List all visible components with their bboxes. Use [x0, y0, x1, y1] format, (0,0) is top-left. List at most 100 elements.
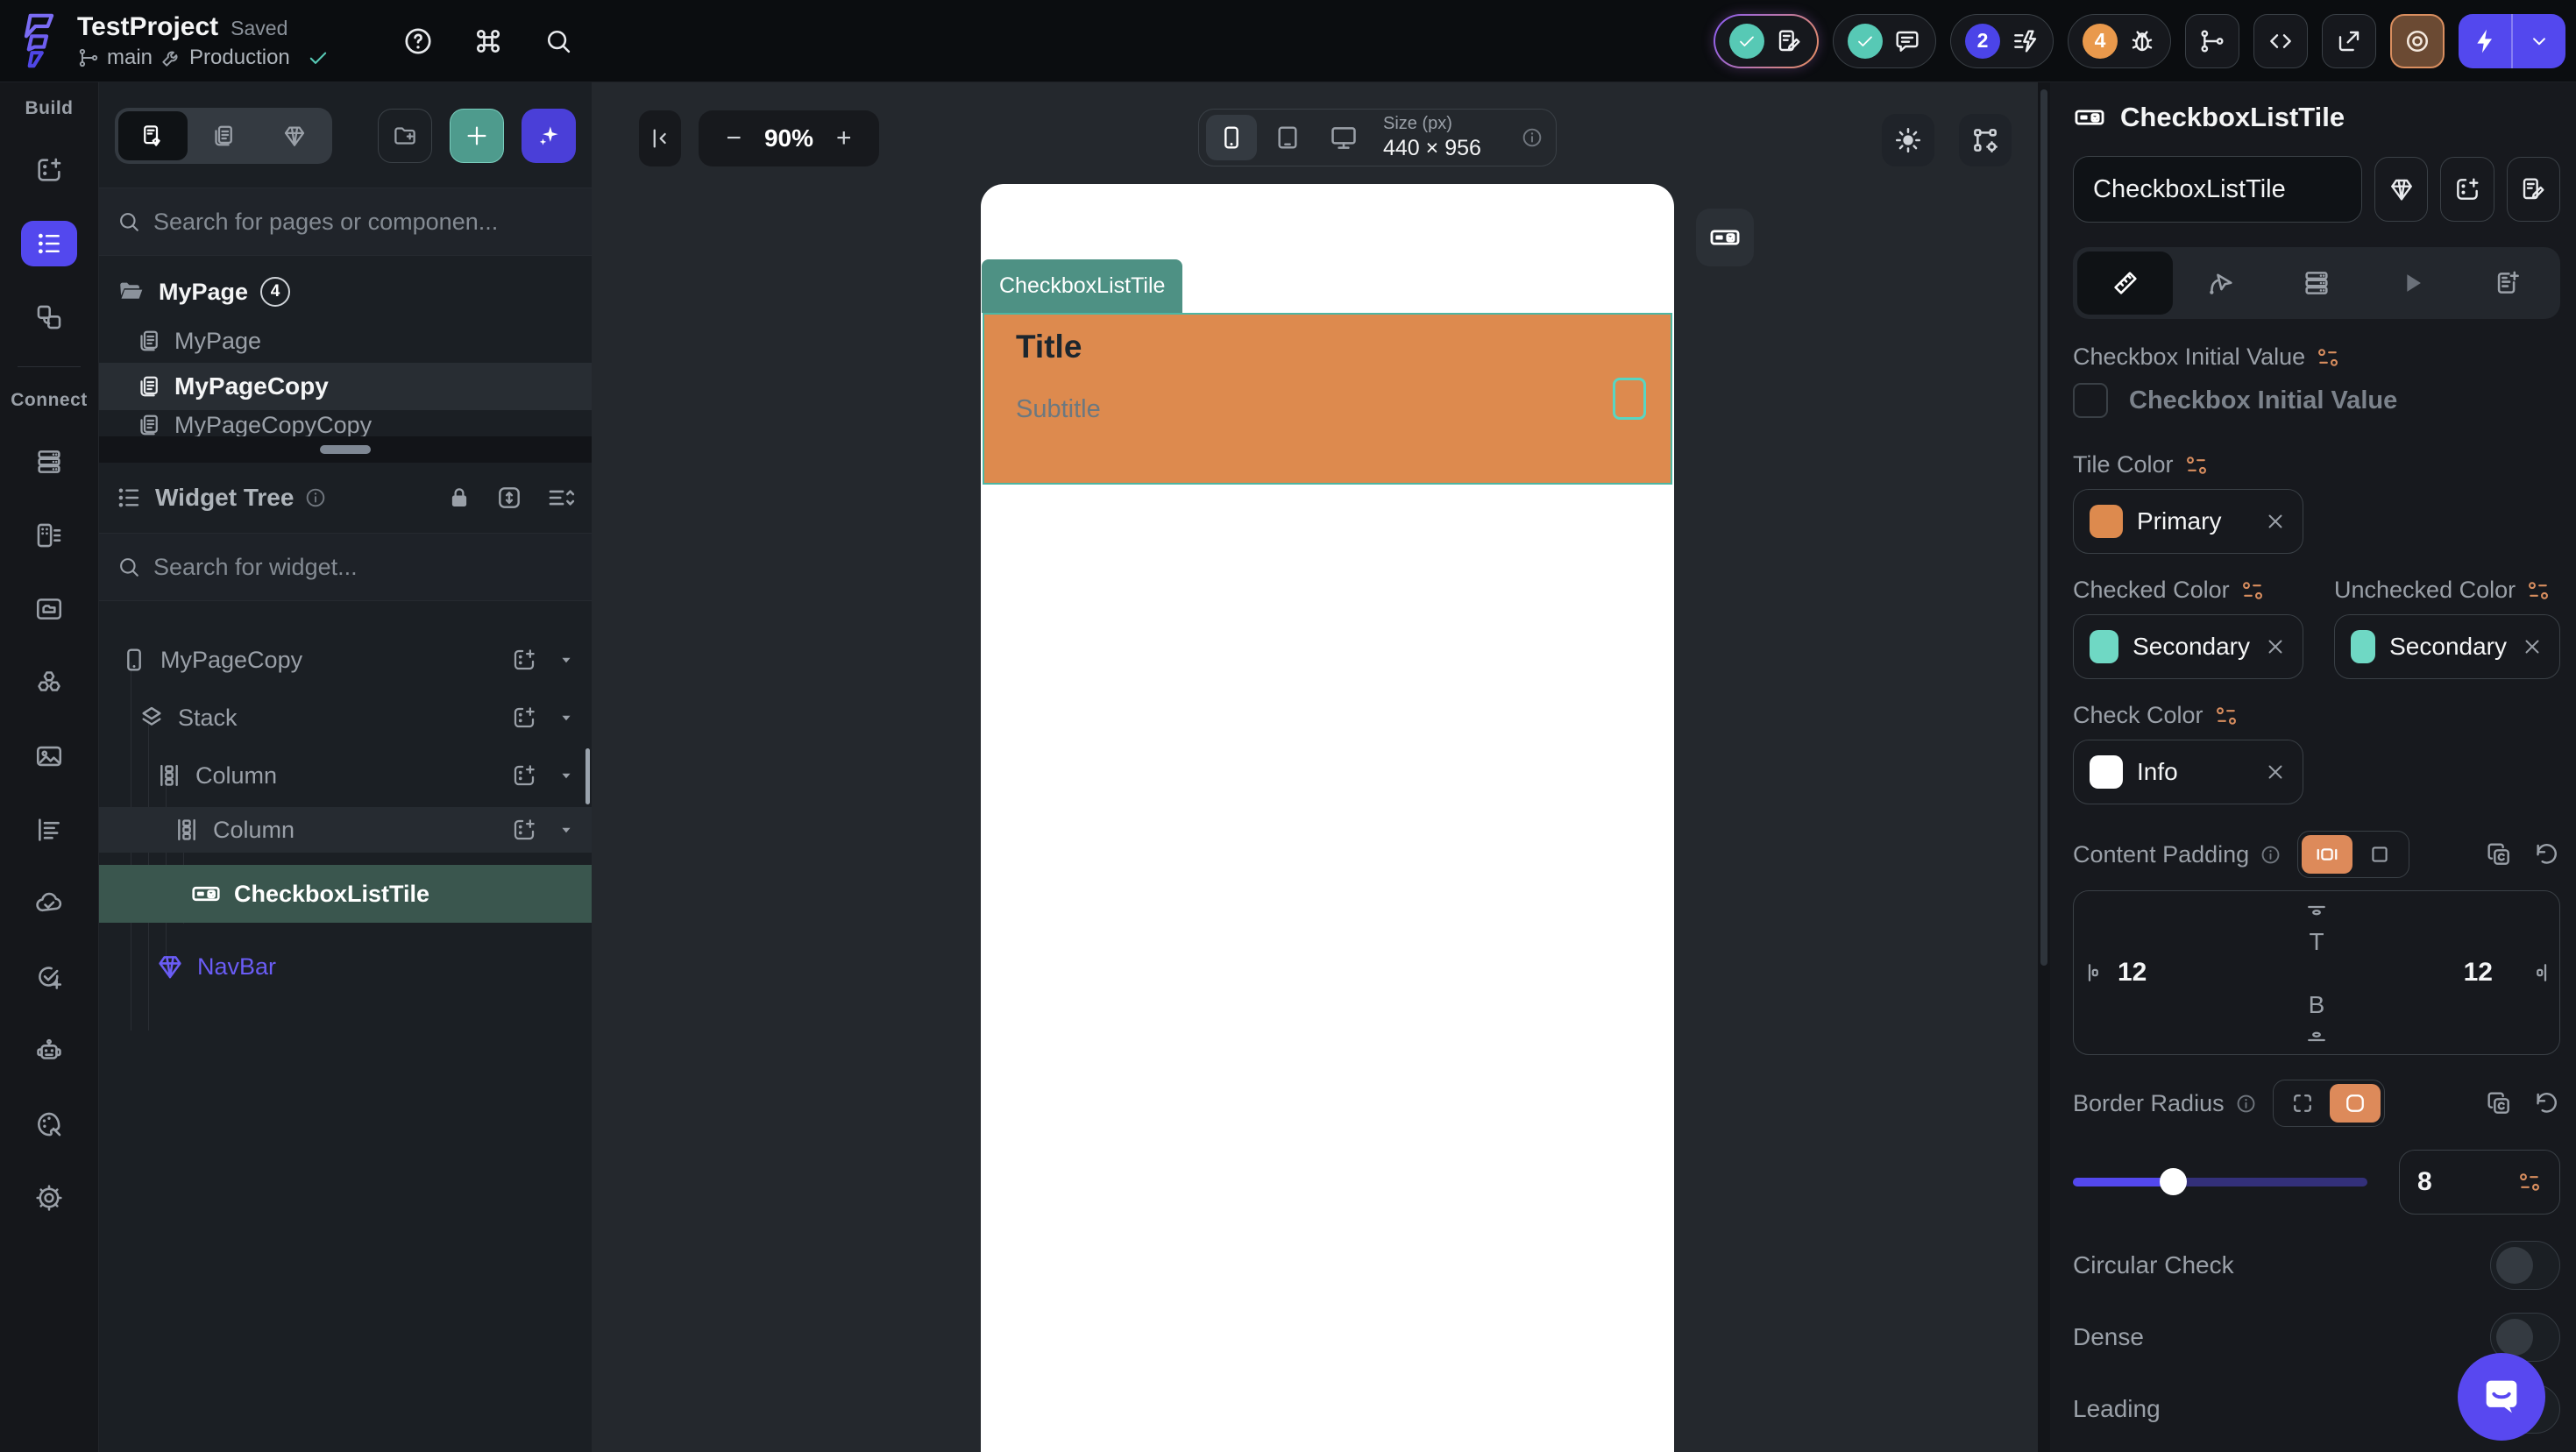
tab-actions[interactable] [2173, 251, 2268, 315]
padding-all-mode[interactable] [2354, 835, 2405, 874]
reset-icon[interactable] [2532, 840, 2560, 868]
padding-left-icon[interactable] [2081, 960, 2107, 986]
radius-all-mode[interactable] [2329, 1084, 2381, 1123]
rail-item-storage[interactable] [21, 586, 77, 632]
lock-icon[interactable] [446, 485, 472, 511]
tab-backend[interactable] [2268, 251, 2364, 315]
device-tablet-button[interactable] [1262, 115, 1313, 160]
folder-row[interactable]: MyPage 4 [99, 270, 592, 314]
rail-item-widget-tree[interactable] [21, 221, 77, 266]
view-code-button[interactable] [2253, 13, 2308, 68]
tab-animations[interactable] [2365, 251, 2460, 315]
rail-item-components[interactable] [21, 294, 77, 340]
radius-corners-mode[interactable] [2277, 1084, 2328, 1123]
ai-generate-button[interactable] [522, 109, 576, 163]
rail-item-api[interactable] [21, 513, 77, 558]
collapse-all-icon[interactable] [546, 483, 576, 513]
page-item[interactable]: MyPage [99, 319, 592, 363]
tree-node-column[interactable]: Column [99, 753, 592, 798]
command-palette-button[interactable] [469, 22, 507, 60]
tree-node-column-2[interactable]: Column [99, 807, 592, 853]
padding-right-icon[interactable] [2528, 960, 2554, 986]
share-button[interactable] [2322, 13, 2376, 68]
comments-status-badge[interactable] [1833, 13, 1936, 68]
tab-tests[interactable] [2460, 251, 2556, 315]
node-menu-caret-icon[interactable] [557, 650, 576, 669]
close-icon[interactable] [2264, 510, 2287, 533]
close-icon[interactable] [2521, 635, 2544, 658]
inspector-scrollbar-thumb[interactable] [2040, 89, 2047, 966]
tree-node-checkboxlisttile[interactable]: CheckboxListTile [99, 865, 592, 923]
rail-item-media[interactable] [21, 733, 77, 779]
inspector-scrollbar-track[interactable] [2038, 82, 2050, 1452]
expand-tree-icon[interactable] [495, 484, 523, 512]
deploy-menu-button[interactable] [2513, 14, 2565, 68]
tree-node-page[interactable]: MyPageCopy [99, 637, 592, 683]
collapse-panel-button[interactable] [639, 110, 681, 166]
set-from-variable-icon[interactable] [2316, 345, 2340, 370]
actions-status-badge[interactable]: 2 [1950, 13, 2054, 68]
border-radius-slider[interactable] [2073, 1168, 2367, 1195]
global-search-button[interactable] [539, 22, 578, 60]
add-child-widget-icon[interactable] [511, 647, 537, 673]
circular-check-toggle[interactable] [2490, 1241, 2560, 1290]
close-icon[interactable] [2264, 635, 2287, 658]
device-desktop-button[interactable] [1318, 115, 1369, 160]
check-color-chip[interactable]: Info [2073, 740, 2303, 804]
copy-icon[interactable] [2485, 1089, 2513, 1117]
tab-properties[interactable] [2077, 251, 2174, 315]
rail-item-ai-agent[interactable] [21, 1028, 77, 1073]
padding-sides-mode[interactable] [2302, 835, 2353, 874]
add-child-widget-icon[interactable] [511, 705, 537, 731]
padding-top-icon[interactable] [2303, 898, 2330, 924]
issues-status-badge[interactable]: 4 [2068, 13, 2171, 68]
rail-item-add-widget[interactable] [21, 147, 77, 193]
padding-bottom-icon[interactable] [2303, 1023, 2330, 1049]
filter-all-tab[interactable] [118, 111, 188, 160]
rail-item-cloud-functions[interactable] [21, 881, 77, 926]
set-from-variable-icon[interactable] [2526, 578, 2551, 603]
copy-icon[interactable] [2485, 840, 2513, 868]
checked-color-chip[interactable]: Secondary [2073, 614, 2303, 679]
filter-pages-tab[interactable] [189, 111, 259, 160]
environment-name[interactable]: Production [189, 46, 290, 70]
light-mode-button[interactable] [1882, 114, 1934, 166]
set-from-variable-icon[interactable] [2517, 1170, 2542, 1194]
close-icon[interactable] [2264, 761, 2287, 783]
node-menu-caret-icon[interactable] [557, 766, 576, 785]
zoom-out-button[interactable]: − [726, 124, 742, 153]
canvas-settings-button[interactable] [1959, 114, 2012, 166]
checkbox-list-tile-widget[interactable]: Title Subtitle [983, 313, 1672, 485]
add-folder-button[interactable] [378, 109, 432, 163]
reset-icon[interactable] [2532, 1089, 2560, 1117]
page-item-selected[interactable]: MyPageCopy [99, 363, 592, 410]
rail-item-database[interactable] [21, 439, 77, 485]
wrap-widget-button[interactable] [2440, 157, 2494, 222]
add-child-widget-icon[interactable] [511, 762, 537, 789]
padding-right-value[interactable]: 12 [2464, 958, 2493, 988]
device-phone-button[interactable] [1206, 115, 1257, 160]
padding-left-value[interactable]: 12 [2118, 958, 2147, 988]
node-menu-caret-icon[interactable] [557, 820, 576, 839]
convert-to-component-button[interactable] [2374, 157, 2429, 222]
page-item[interactable]: MyPageCopyCopy [99, 410, 592, 440]
set-from-variable-icon[interactable] [2214, 704, 2239, 728]
rail-item-settings[interactable] [21, 1175, 77, 1221]
set-from-variable-icon[interactable] [2240, 578, 2265, 603]
rail-item-theme[interactable] [21, 1101, 77, 1147]
tile-checkbox[interactable] [1613, 378, 1646, 420]
filter-components-tab[interactable] [259, 111, 329, 160]
rail-item-integrations[interactable] [21, 660, 77, 705]
set-from-variable-icon[interactable] [2184, 453, 2209, 478]
help-button[interactable] [399, 22, 437, 60]
branch-button[interactable] [2185, 13, 2239, 68]
preview-button[interactable] [2390, 13, 2445, 68]
pages-search-input[interactable] [153, 208, 574, 236]
deploy-button[interactable] [2459, 13, 2565, 68]
widget-search-input[interactable] [153, 553, 574, 581]
widget-name-input[interactable] [2073, 156, 2362, 223]
transform-widget-button[interactable] [2506, 157, 2560, 222]
rail-item-tests[interactable] [21, 954, 77, 1000]
tile-color-chip[interactable]: Primary [2073, 489, 2303, 554]
zoom-in-button[interactable]: + [836, 124, 852, 153]
